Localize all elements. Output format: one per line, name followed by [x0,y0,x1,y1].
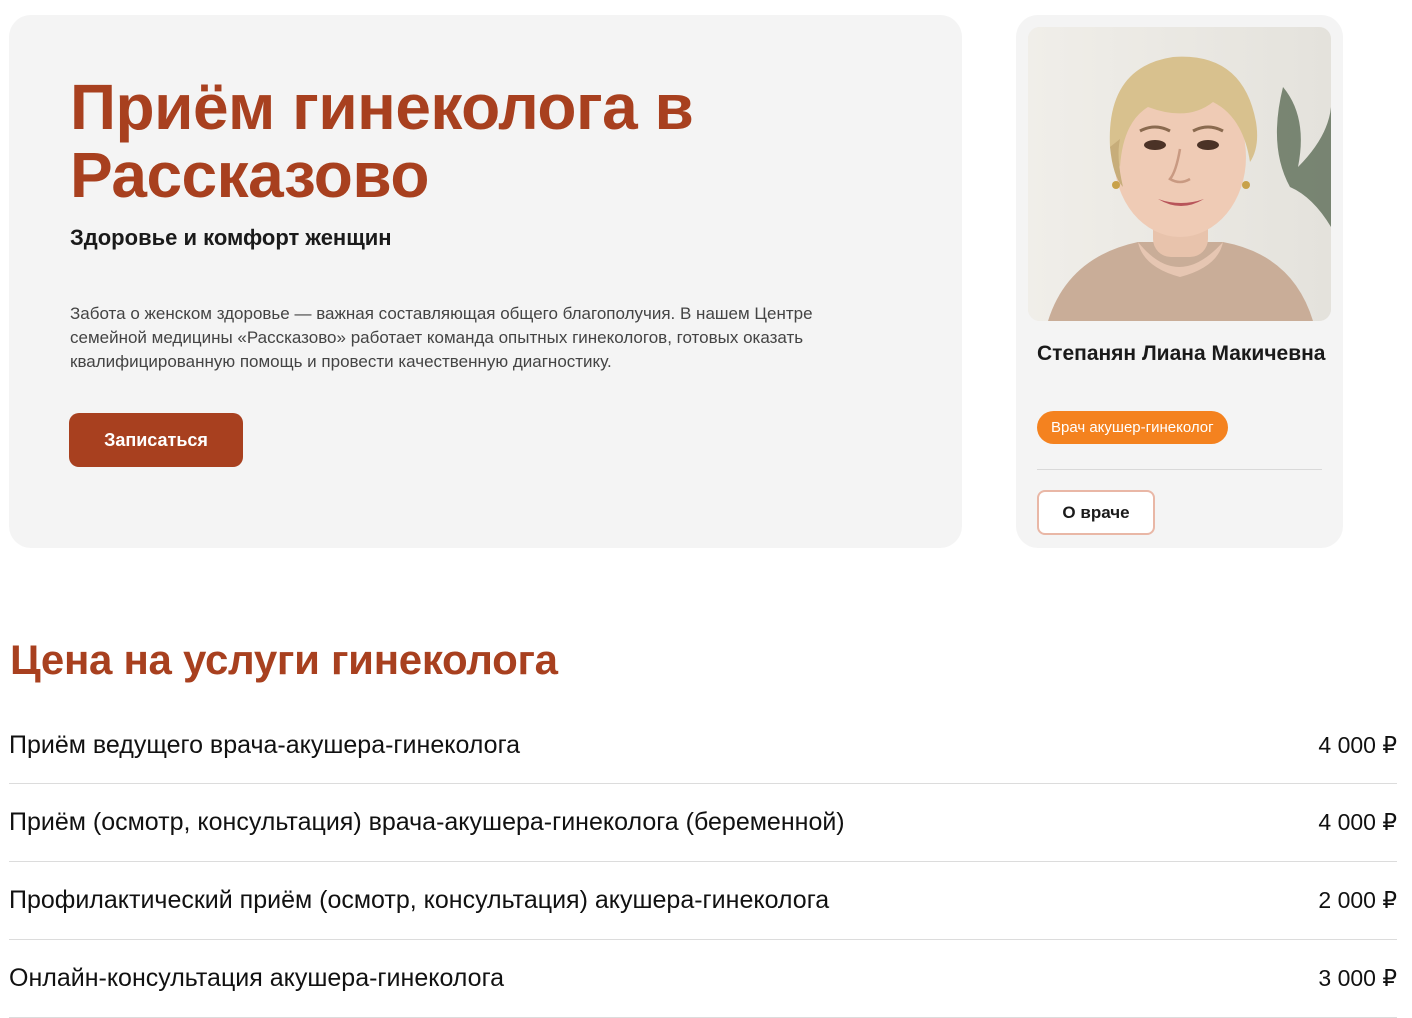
doctor-photo [1028,27,1331,321]
doctor-card: Степанян Лиана Макичевна Врач акушер-гин… [1016,15,1343,548]
price-row: Онлайн-консультация акушера-гинеколога 3… [9,940,1397,1018]
service-price: 3 000 ₽ [1318,965,1397,991]
doctor-role-badge: Врач акушер-гинеколог [1037,411,1228,444]
price-list: Приём ведущего врача-акушера-гинеколога … [9,708,1397,1018]
hero-description: Забота о женском здоровье — важная соста… [70,304,813,371]
price-row: Приём (осмотр, консультация) врача-акуше… [9,784,1397,862]
hero-subtitle: Здоровье и комфорт женщин [70,225,392,250]
service-name: Приём (осмотр, консультация) врача-акуше… [9,808,845,836]
price-row: Профилактический приём (осмотр, консульт… [9,862,1397,940]
page-title: Приём гинеколога в Рассказово [70,71,694,211]
book-appointment-button[interactable]: Записаться [69,413,243,467]
service-price: 4 000 ₽ [1318,732,1397,758]
service-price: 4 000 ₽ [1318,809,1397,835]
card-divider [1037,469,1322,470]
service-price: 2 000 ₽ [1318,887,1397,913]
prices-title: Цена на услуги гинеколога [10,636,558,683]
service-name: Онлайн-консультация акушера-гинеколога [9,964,505,992]
hero-card: Приём гинеколога в Рассказово Здоровье и… [9,15,962,548]
price-row: Приём ведущего врача-акушера-гинеколога … [9,708,1397,784]
about-doctor-button[interactable]: О враче [1037,490,1155,535]
doctor-name: Степанян Лиана Макичевна [1037,342,1326,365]
service-name: Профилактический приём (осмотр, консульт… [9,886,830,914]
service-name: Приём ведущего врача-акушера-гинеколога [9,731,521,759]
